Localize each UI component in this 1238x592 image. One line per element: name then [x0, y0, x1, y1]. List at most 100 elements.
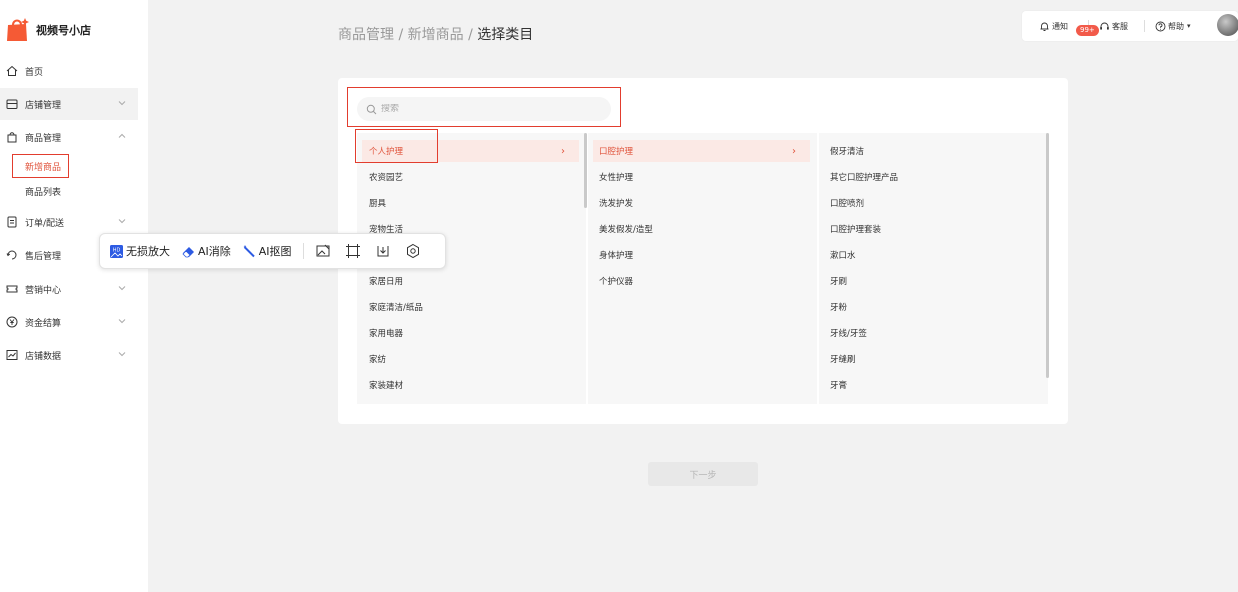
annotation-box-personal-care [355, 129, 438, 163]
bag-icon [6, 131, 18, 143]
breadcrumb-separator: / [463, 27, 478, 43]
category-item[interactable]: 漱口水 [819, 244, 1048, 266]
headset-icon [1100, 22, 1109, 30]
category-item[interactable]: 口腔喷剂 [819, 192, 1048, 214]
category-item[interactable]: 假牙清洁 [819, 140, 1048, 162]
notice-badge: 99+ [1076, 24, 1099, 36]
sidebar-item-label: 营销中心 [25, 285, 62, 296]
notice-label: 通知 [1052, 21, 1068, 31]
next-step-button[interactable]: 下一步 [648, 462, 758, 486]
category-item[interactable]: 牙线/牙签 [819, 322, 1048, 344]
annotation-box-add-product [12, 154, 69, 178]
category-label: 口腔喷剂 [830, 199, 865, 209]
chevron-down-icon [118, 286, 126, 291]
crop-icon[interactable] [345, 243, 361, 259]
cutout-button[interactable]: AI抠图 [242, 243, 292, 259]
scrollbar[interactable] [584, 133, 587, 208]
breadcrumb-current: 选择类目 [477, 27, 534, 43]
category-label: 口腔护理 [599, 147, 634, 157]
category-label: 农资园艺 [369, 173, 404, 183]
image-edit-icon[interactable] [315, 243, 331, 259]
category-item[interactable]: 家纺 [357, 348, 586, 370]
category-label: 口腔护理套装 [830, 225, 882, 235]
category-label: 个护仪器 [599, 277, 634, 287]
category-item[interactable]: 牙缝刷 [819, 348, 1048, 370]
service-button[interactable]: 客服 [1099, 21, 1128, 32]
category-item[interactable]: 女性护理 [588, 166, 817, 188]
divider [1144, 20, 1145, 32]
cutout-label: AI抠图 [258, 245, 292, 258]
top-bar: 通知 99+ 客服 帮助 ▾ [1022, 11, 1238, 41]
category-label: 牙粉 [830, 303, 848, 313]
category-label: 厨具 [369, 199, 387, 209]
category-label: 假牙清洁 [830, 147, 865, 157]
category-label: 其它口腔护理产品 [830, 173, 899, 183]
scrollbar[interactable] [1046, 133, 1049, 378]
category-item[interactable]: 农资园艺 [357, 166, 586, 188]
category-item[interactable]: 家用电器 [357, 322, 586, 344]
category-label: 家用电器 [369, 329, 404, 339]
category-item[interactable]: 家居日用 [357, 270, 586, 292]
upscale-button[interactable]: HD 无损放大 [109, 243, 170, 259]
category-label: 家庭清洁/纸品 [369, 303, 423, 313]
breadcrumb-products[interactable]: 商品管理 [338, 27, 394, 43]
category-item[interactable]: 身体护理 [588, 244, 817, 266]
help-button[interactable]: 帮助 ▾ [1155, 21, 1191, 32]
category-label: 牙缝刷 [830, 355, 856, 365]
category-label: 牙膏 [830, 381, 848, 391]
category-column-level3: 假牙清洁 其它口腔护理产品 口腔喷剂 口腔护理套装 漱口水 牙刷 牙粉 牙线/牙… [819, 133, 1048, 404]
svg-text:HD: HD [113, 247, 121, 253]
sidebar-item-home[interactable]: 首页 [0, 55, 138, 87]
download-icon[interactable] [375, 243, 391, 259]
category-label: 家居日用 [369, 277, 404, 287]
category-label: 漱口水 [830, 251, 856, 261]
sidebar: 视频号小店 首页 店铺管理 商品管理 新增商品 商品列表 订单/配送 售后管理 … [0, 0, 148, 592]
upscale-label: 无损放大 [126, 245, 170, 258]
sidebar-subitem-product-list[interactable]: 商品列表 [25, 185, 61, 198]
sidebar-item-label: 店铺数据 [25, 351, 62, 362]
category-item[interactable]: 厨具 [357, 192, 586, 214]
chevron-right-icon: › [792, 145, 796, 157]
chevron-down-icon [118, 101, 126, 106]
sidebar-item-products[interactable]: 商品管理 [0, 121, 138, 153]
brand[interactable]: 视频号小店 [0, 14, 148, 46]
divider [302, 243, 304, 259]
category-item[interactable]: 家庭清洁/纸品 [357, 296, 586, 318]
sidebar-item-store[interactable]: 店铺管理 [0, 88, 138, 120]
sidebar-item-label: 资金结算 [25, 318, 62, 329]
category-label: 牙刷 [830, 277, 848, 287]
category-column-level2: 口腔护理 › 女性护理 洗发护发 美发假发/造型 身体护理 个护仪器 [588, 133, 817, 404]
shop-bag-logo-icon [7, 18, 29, 41]
chevron-right-icon: › [561, 145, 565, 157]
category-item[interactable]: 牙粉 [819, 296, 1048, 318]
notice-button[interactable]: 通知 99+ [1039, 21, 1099, 36]
breadcrumb-add-product[interactable]: 新增商品 [408, 27, 464, 43]
category-item[interactable]: 其它口腔护理产品 [819, 166, 1048, 188]
magic-wand-icon [243, 244, 255, 257]
category-item[interactable]: 洗发护发 [588, 192, 817, 214]
home-icon [6, 65, 18, 77]
category-item[interactable]: 口腔护理 › [593, 140, 810, 162]
sidebar-item-finance[interactable]: 资金结算 [0, 306, 138, 338]
category-item[interactable]: 美发假发/造型 [588, 218, 817, 240]
category-label: 女性护理 [599, 173, 634, 183]
category-item[interactable]: 个护仪器 [588, 270, 817, 292]
category-label: 身体护理 [599, 251, 634, 261]
sidebar-item-label: 商品管理 [25, 133, 62, 144]
category-label: 家纺 [369, 355, 387, 365]
store-icon [6, 98, 18, 110]
category-item[interactable]: 牙膏 [819, 374, 1048, 396]
category-item[interactable]: 口腔护理套装 [819, 218, 1048, 240]
chevron-up-icon [118, 133, 126, 138]
sidebar-item-data[interactable]: 店铺数据 [0, 339, 138, 371]
help-label: 帮助 [1168, 21, 1184, 31]
sidebar-item-marketing[interactable]: 营销中心 [0, 273, 138, 305]
category-item[interactable]: 家装建材 [357, 374, 586, 396]
category-item[interactable]: 牙刷 [819, 270, 1048, 292]
avatar[interactable] [1217, 14, 1238, 36]
caret-down-icon: ▾ [1187, 22, 1191, 30]
settings-hexagon-icon[interactable] [405, 243, 421, 259]
erase-button[interactable]: AI消除 [181, 243, 231, 259]
brand-name: 视频号小店 [36, 24, 91, 37]
order-icon [6, 216, 18, 228]
